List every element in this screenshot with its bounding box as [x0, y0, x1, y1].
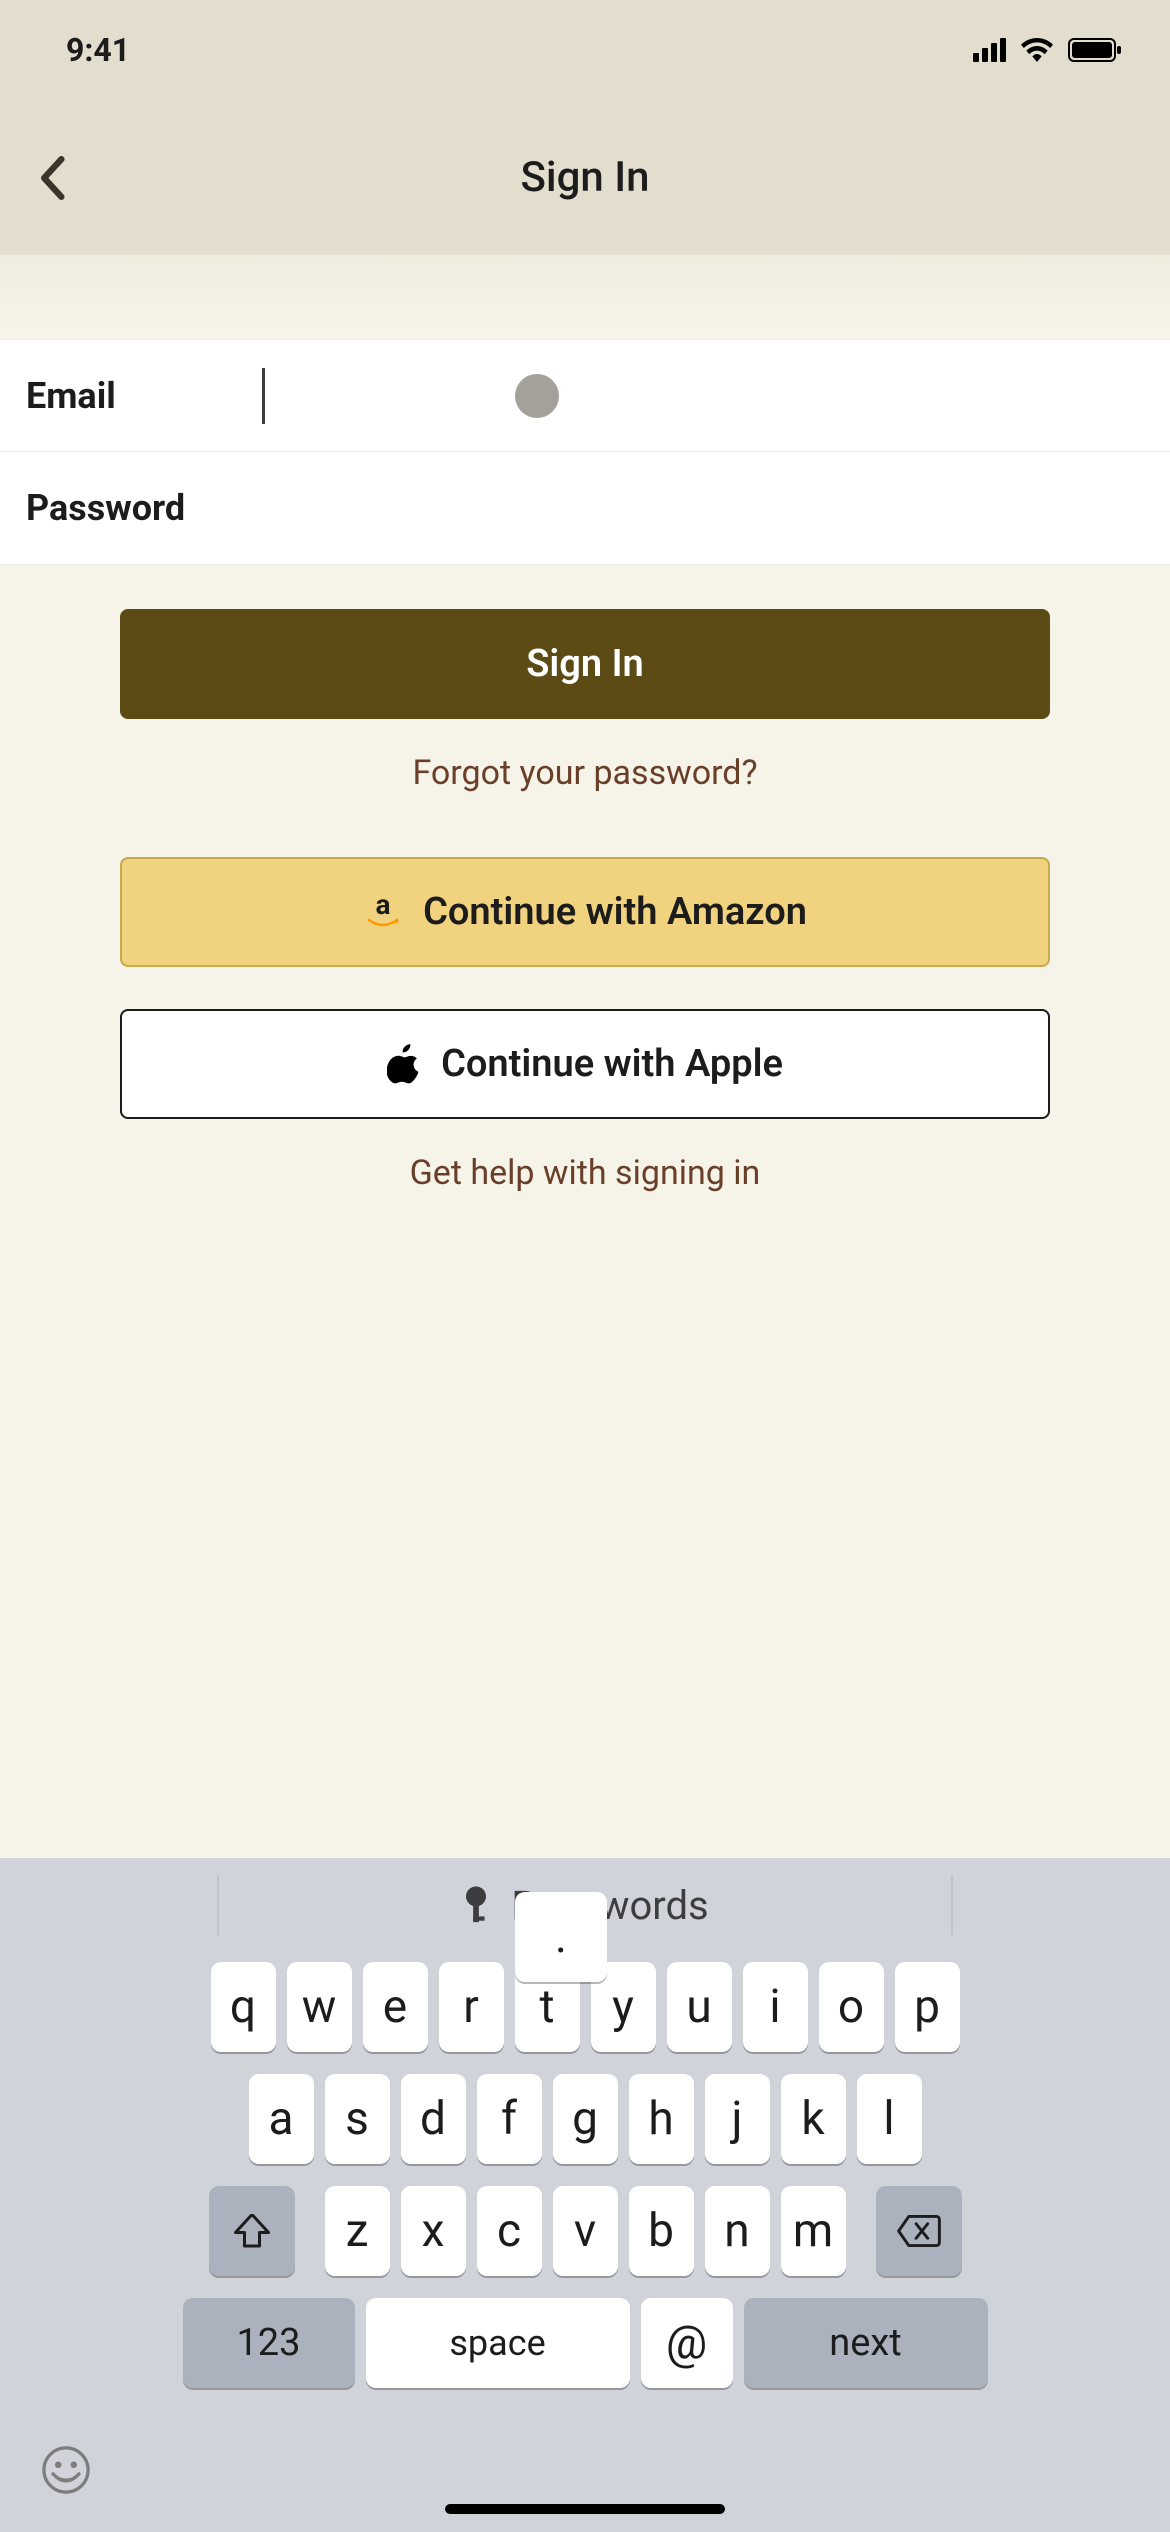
key-dot[interactable]: . — [515, 1892, 607, 1982]
chevron-left-icon — [39, 156, 65, 200]
key-numbers[interactable]: 123 — [183, 2298, 355, 2388]
key-space[interactable]: space — [366, 2298, 630, 2388]
amazon-icon: a — [363, 892, 403, 932]
keyboard-row-3: z x c v b n m — [8, 2186, 1162, 2276]
password-row[interactable]: Password — [0, 452, 1170, 564]
actions-section: Sign In Forgot your password? a Continue… — [0, 565, 1170, 1193]
apple-button[interactable]: Continue with Apple — [120, 1009, 1050, 1119]
key-delete[interactable] — [876, 2186, 962, 2276]
keyboard-row-2: a s d f g h j k l — [8, 2074, 1162, 2164]
key-a[interactable]: a — [249, 2074, 314, 2164]
back-button[interactable] — [32, 158, 72, 198]
key-h[interactable]: h — [629, 2074, 694, 2164]
keyboard-bottom — [0, 2420, 1170, 2532]
sugg-sep-left — [217, 1875, 219, 1935]
key-g[interactable]: g — [553, 2074, 618, 2164]
keyboard-rows: q w e r t y u i o p a s d f g h j k l — [0, 1952, 1170, 2420]
key-d[interactable]: d — [401, 2074, 466, 2164]
key-o[interactable]: o — [819, 1962, 884, 2052]
key-q[interactable]: q — [211, 1962, 276, 2052]
key-j[interactable]: j — [705, 2074, 770, 2164]
text-caret — [262, 368, 265, 424]
key-shift[interactable] — [209, 2186, 295, 2276]
amazon-button[interactable]: a Continue with Amazon — [120, 857, 1050, 967]
key-i[interactable]: i — [743, 1962, 808, 2052]
home-indicator[interactable] — [445, 2504, 725, 2514]
key-k[interactable]: k — [781, 2074, 846, 2164]
key-at[interactable]: @ — [641, 2298, 733, 2388]
email-label: Email — [26, 375, 256, 417]
touch-indicator — [515, 374, 559, 418]
status-right — [973, 38, 1122, 62]
email-row[interactable]: Email — [0, 340, 1170, 452]
emoji-icon — [40, 2444, 92, 2496]
nav-header: Sign In — [0, 100, 1170, 255]
amazon-label: Continue with Amazon — [423, 890, 807, 934]
key-next[interactable]: next — [744, 2298, 988, 2388]
wifi-icon — [1020, 38, 1054, 62]
keyboard-row-4: 123 space @ . next — [8, 2298, 1162, 2388]
key-z[interactable]: z — [325, 2186, 390, 2276]
key-l[interactable]: l — [857, 2074, 922, 2164]
key-w[interactable]: w — [287, 1962, 352, 2052]
key-f[interactable]: f — [477, 2074, 542, 2164]
svg-text:a: a — [376, 892, 391, 921]
battery-icon — [1068, 38, 1122, 62]
signin-label: Sign In — [526, 642, 644, 686]
key-e[interactable]: e — [363, 1962, 428, 2052]
apple-icon — [387, 1044, 421, 1084]
signin-button[interactable]: Sign In — [120, 609, 1050, 719]
credentials-section: Email Password — [0, 339, 1170, 565]
key-n[interactable]: n — [705, 2186, 770, 2276]
emoji-button[interactable] — [40, 2444, 92, 2508]
email-input[interactable] — [256, 340, 1144, 451]
sugg-sep-right — [951, 1875, 953, 1935]
key-icon — [461, 1885, 491, 1925]
status-bar: 9:41 — [0, 0, 1170, 100]
key-s[interactable]: s — [325, 2074, 390, 2164]
key-x[interactable]: x — [401, 2186, 466, 2276]
key-u[interactable]: u — [667, 1962, 732, 2052]
key-v[interactable]: v — [553, 2186, 618, 2276]
shift-icon — [234, 2214, 270, 2248]
cellular-icon — [973, 38, 1006, 62]
forgot-password-link[interactable]: Forgot your password? — [120, 753, 1050, 793]
key-c[interactable]: c — [477, 2186, 542, 2276]
key-m[interactable]: m — [781, 2186, 846, 2276]
page-title: Sign In — [0, 153, 1170, 202]
gradient-strip — [0, 255, 1170, 339]
backspace-icon — [897, 2215, 941, 2247]
key-p[interactable]: p — [895, 1962, 960, 2052]
help-link[interactable]: Get help with signing in — [120, 1153, 1050, 1193]
status-time: 9:41 — [66, 31, 130, 69]
keyboard: Passwords q w e r t y u i o p a s d f g … — [0, 1858, 1170, 2532]
password-label: Password — [26, 487, 256, 529]
apple-label: Continue with Apple — [441, 1042, 783, 1086]
key-b[interactable]: b — [629, 2186, 694, 2276]
key-r[interactable]: r — [439, 1962, 504, 2052]
password-input[interactable] — [256, 452, 1144, 564]
